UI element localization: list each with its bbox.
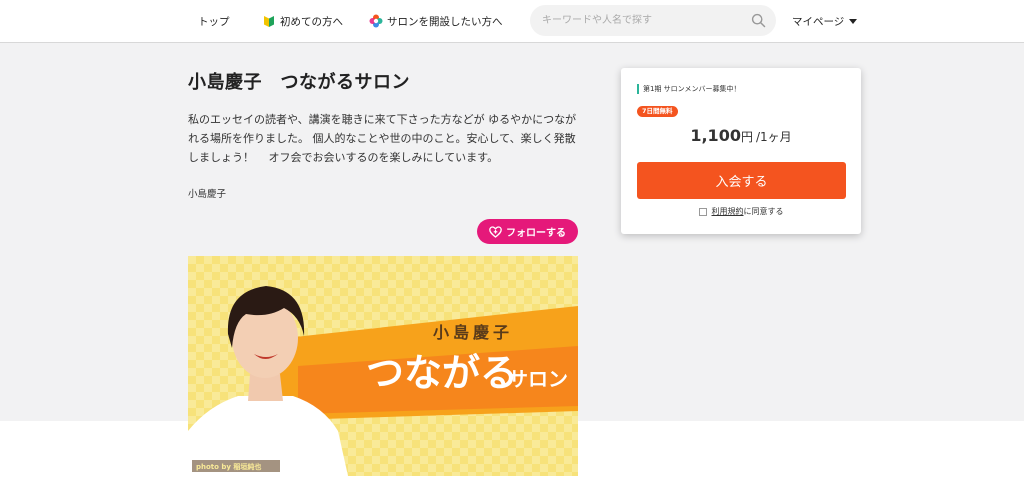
heart-plus-icon xyxy=(489,225,502,238)
nav-top[interactable]: トップ xyxy=(198,0,230,42)
top-header: トップ 初めての方へ サロンを開設したい方へ マイページ xyxy=(0,0,1024,43)
nav-beginner-label: 初めての方へ xyxy=(280,15,343,28)
search-icon[interactable] xyxy=(751,13,766,28)
free-trial-badge: 7日間無料 xyxy=(637,106,678,117)
follow-label: フォローする xyxy=(506,228,566,239)
join-card: 第1期 サロンメンバー募集中！ 7日間無料 1,100円/1ヶ月 入会する 利用… xyxy=(621,68,861,234)
follow-button[interactable]: フォローする xyxy=(477,219,578,244)
mypage-menu[interactable]: マイページ xyxy=(792,0,858,42)
nav-open-salon-label: サロンを開設したい方へ xyxy=(387,15,503,28)
terms-agreement: 利用規約 に同意する xyxy=(621,206,861,217)
join-label: 入会する xyxy=(715,175,768,190)
beginner-leaf-icon xyxy=(264,16,274,27)
recruitment-term-label: 第1期 サロンメンバー募集中！ xyxy=(637,84,740,94)
salon-description: 私のエッセイの読者や、講演を聴きに来て下さった方などが ゆるやかにつながれる場所… xyxy=(188,113,577,164)
banner-illustration: 小島慶子 つながる サロン photo by 稲垣純也 xyxy=(188,256,578,476)
nav-top-label: トップ xyxy=(198,15,230,28)
salon-owner[interactable]: 小島慶子 xyxy=(188,186,226,200)
price-period: /1ヶ月 xyxy=(755,130,792,144)
agree-suffix: に同意する xyxy=(743,207,784,216)
join-button[interactable]: 入会する xyxy=(637,162,846,199)
mypage-label: マイページ xyxy=(792,15,845,28)
colorful-logo-icon xyxy=(369,14,383,28)
salon-banner-image: 小島慶子 つながる サロン photo by 稲垣純也 xyxy=(188,256,578,476)
search-input[interactable] xyxy=(542,5,742,36)
banner-title-main: つながる xyxy=(366,351,518,395)
banner-name-text: 小島慶子 xyxy=(433,323,513,342)
banner-title-sub: サロン xyxy=(508,367,568,391)
terms-link[interactable]: 利用規約 xyxy=(712,206,744,217)
agree-checkbox[interactable] xyxy=(698,207,707,216)
salon-title: 小島慶子 つながるサロン xyxy=(188,72,410,93)
price: 1,100円/1ヶ月 xyxy=(621,126,861,145)
search-box xyxy=(530,5,776,36)
nav-open-salon[interactable]: サロンを開設したい方へ xyxy=(369,0,503,42)
banner-photo-credit: photo by 稲垣純也 xyxy=(196,462,261,471)
price-unit: 円 xyxy=(740,130,753,144)
nav-beginner-guide[interactable]: 初めての方へ xyxy=(262,0,343,42)
price-value: 1,100 xyxy=(690,126,741,145)
caret-down-icon xyxy=(849,18,858,24)
